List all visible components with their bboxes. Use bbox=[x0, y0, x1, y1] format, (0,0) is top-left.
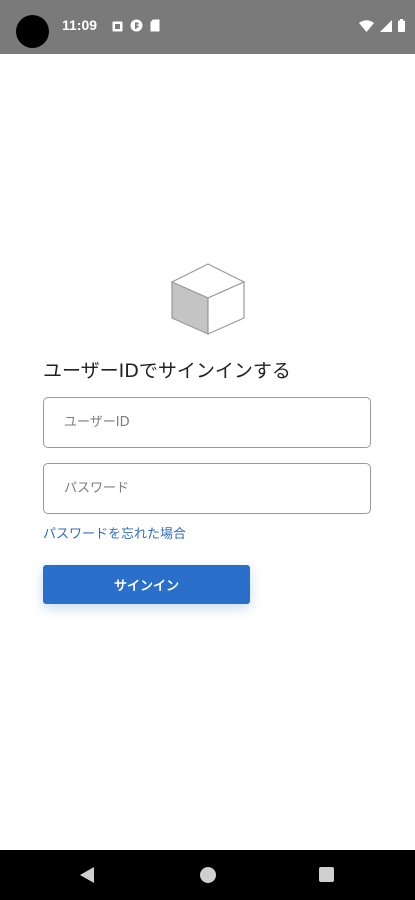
notification-icon bbox=[112, 17, 123, 36]
forgot-password-link[interactable]: パスワードを忘れた場合 bbox=[43, 523, 186, 542]
sd-card-icon bbox=[150, 17, 160, 36]
password-input[interactable] bbox=[44, 464, 370, 513]
battery-icon bbox=[398, 17, 405, 36]
page-title: ユーザーIDでサインインする bbox=[43, 360, 291, 382]
status-icons-right bbox=[359, 17, 405, 36]
cube-logo-icon bbox=[170, 263, 246, 335]
password-field[interactable] bbox=[43, 463, 371, 514]
app-icon bbox=[130, 17, 143, 36]
signin-button[interactable]: サインイン bbox=[43, 565, 250, 604]
wifi-icon bbox=[359, 17, 374, 36]
status-bar: 11:09 bbox=[0, 0, 415, 54]
username-field[interactable] bbox=[43, 397, 371, 448]
back-icon[interactable] bbox=[80, 867, 94, 887]
home-icon[interactable] bbox=[200, 867, 216, 883]
recents-icon[interactable] bbox=[319, 867, 334, 882]
status-icons-left bbox=[112, 17, 160, 36]
navigation-bar bbox=[0, 850, 415, 900]
username-input[interactable] bbox=[44, 398, 370, 447]
status-time: 11:09 bbox=[62, 17, 98, 33]
signal-icon bbox=[380, 17, 392, 36]
camera-cutout bbox=[16, 15, 49, 48]
